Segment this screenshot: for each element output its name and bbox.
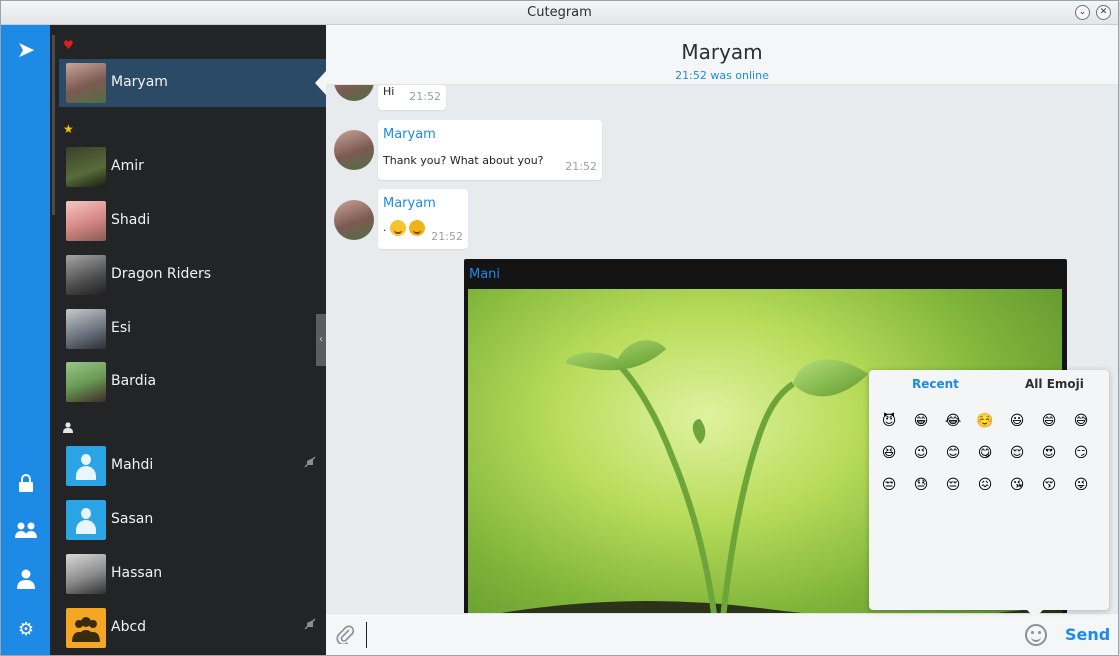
- message-avatar[interactable]: [334, 200, 374, 240]
- message-time: 21:52: [565, 160, 597, 173]
- contact-name: Dragon Riders: [111, 266, 212, 282]
- emoji-item[interactable]: 😆: [878, 442, 900, 464]
- emoji-item[interactable]: 😂: [942, 410, 964, 432]
- avatar: [66, 147, 106, 187]
- message-text: .: [383, 221, 387, 234]
- contact-item-amir[interactable]: Amir: [59, 143, 326, 191]
- contact-item-sasan[interactable]: Sasan: [59, 496, 326, 544]
- window-title: Cutegram: [527, 5, 592, 20]
- lock-icon[interactable]: [13, 473, 39, 499]
- close-button[interactable]: ✕: [1096, 5, 1111, 20]
- message-bubble: Maryam . 21:52: [378, 189, 468, 249]
- contact-name: Amir: [111, 158, 144, 174]
- sidebar-scrollbar[interactable]: [52, 35, 55, 215]
- contact-item-hassan[interactable]: Hassan: [59, 550, 326, 598]
- app-window: Cutegram ⌄ ✕ ➤ ⚙ ♥ ★ Maryam Amir Shadi D…: [0, 0, 1119, 656]
- emoji-item[interactable]: 😚: [1038, 474, 1060, 496]
- active-contact-pointer: [315, 71, 326, 95]
- avatar: [66, 446, 106, 486]
- contact-name: Shadi: [111, 212, 151, 228]
- mute-icon: [304, 618, 316, 634]
- emoji-item[interactable]: 😄: [1038, 410, 1060, 432]
- emoji-item[interactable]: 😍: [1038, 442, 1060, 464]
- emoji-item[interactable]: 😌: [1006, 442, 1028, 464]
- emoji-picker-icon[interactable]: [1025, 624, 1047, 646]
- tab-recent[interactable]: Recent: [912, 377, 959, 391]
- emoji-item[interactable]: 😉: [910, 442, 932, 464]
- minimize-button[interactable]: ⌄: [1075, 5, 1090, 20]
- mute-icon: [304, 456, 316, 472]
- winking-tongue-emoji: [409, 220, 425, 236]
- emoji-item[interactable]: 😊: [942, 442, 964, 464]
- left-rail: ➤ ⚙: [1, 25, 50, 655]
- contact-name: Mahdi: [111, 457, 154, 473]
- contact-name: Abcd: [111, 619, 147, 635]
- group-icon[interactable]: [13, 521, 39, 547]
- telegram-logo-icon[interactable]: ➤: [13, 38, 39, 64]
- emoji-item[interactable]: 😁: [910, 410, 932, 432]
- emoji-item[interactable]: 😘: [1006, 474, 1028, 496]
- contact-item-bardia[interactable]: Bardia: [59, 358, 326, 406]
- profile-icon[interactable]: [13, 569, 39, 595]
- emoji-item[interactable]: 😃: [1006, 410, 1028, 432]
- contact-item-mahdi[interactable]: Mahdi: [59, 442, 326, 490]
- contact-name: Hassan: [111, 565, 163, 581]
- avatar: [66, 554, 106, 594]
- emoji-panel: Recent All Emoji 😈 😁 😂 ☺️ 😃 😄 😅 😆 😉 😊 😋 😌 😍 😏 😒 😓 😔 😖 😘 😚 😜: [869, 370, 1109, 618]
- tab-all-emoji[interactable]: All Emoji: [1025, 377, 1084, 391]
- message-sender[interactable]: Mani: [469, 267, 500, 282]
- contact-item-maryam[interactable]: Maryam: [59, 59, 326, 107]
- avatar: [66, 309, 106, 349]
- avatar: [66, 362, 106, 402]
- emoji-item[interactable]: 😓: [910, 474, 932, 496]
- message-bubble: Hi 21:52: [378, 85, 446, 110]
- emoji-item[interactable]: 😔: [942, 474, 964, 496]
- title-bar: Cutegram ⌄ ✕: [1, 1, 1118, 25]
- star-icon: ★: [63, 122, 74, 136]
- emoji-item[interactable]: 😅: [1070, 410, 1092, 432]
- message-composer: Send: [326, 613, 1118, 655]
- chat-header: Maryam 21:52 was online: [326, 25, 1118, 85]
- paperclip-icon[interactable]: [336, 624, 355, 649]
- avatar: [66, 500, 106, 540]
- avatar: [66, 255, 106, 295]
- peer-name: Maryam: [681, 40, 763, 64]
- peer-status: 21:52 was online: [675, 69, 769, 82]
- message-text: Thank you? What about you?: [383, 154, 544, 167]
- avatar: [66, 608, 106, 648]
- emoji-item[interactable]: 😜: [1070, 474, 1092, 496]
- emoji-item[interactable]: 😋: [974, 442, 996, 464]
- contact-item-abcd[interactable]: Abcd: [59, 604, 326, 652]
- contact-item-shadi[interactable]: Shadi: [59, 197, 326, 245]
- send-button[interactable]: Send: [1065, 625, 1110, 644]
- heart-icon: ♥: [63, 38, 74, 52]
- emoji-item[interactable]: 😈: [878, 410, 900, 432]
- contact-name: Esi: [111, 320, 132, 336]
- sidebar-collapse-handle[interactable]: ‹: [316, 314, 326, 366]
- emoji-item[interactable]: 😖: [974, 474, 996, 496]
- message-sender[interactable]: Maryam: [383, 196, 436, 211]
- message-input[interactable]: [366, 622, 1016, 648]
- person-icon: [63, 422, 73, 436]
- emoji-item[interactable]: 😒: [878, 474, 900, 496]
- message-content: .: [383, 220, 428, 236]
- avatar: [66, 63, 106, 103]
- avatar: [66, 201, 106, 241]
- contact-name: Maryam: [111, 74, 168, 90]
- message-sender[interactable]: Maryam: [383, 127, 436, 142]
- emoji-item[interactable]: ☺️: [974, 410, 996, 432]
- contact-name: Sasan: [111, 511, 154, 527]
- emoji-item[interactable]: 😏: [1070, 442, 1092, 464]
- message-text: Hi: [383, 85, 395, 98]
- contact-item-dragon-riders[interactable]: Dragon Riders: [59, 251, 326, 299]
- message-avatar[interactable]: [334, 130, 374, 170]
- settings-icon[interactable]: ⚙: [13, 617, 39, 643]
- message-time: 21:52: [431, 230, 463, 243]
- contact-item-esi[interactable]: Esi: [59, 305, 326, 353]
- message-bubble: Maryam Thank you? What about you? 21:52: [378, 120, 602, 180]
- contact-name: Bardia: [111, 373, 157, 389]
- grinning-face-emoji: [390, 220, 406, 236]
- message-time: 21:52: [409, 90, 441, 103]
